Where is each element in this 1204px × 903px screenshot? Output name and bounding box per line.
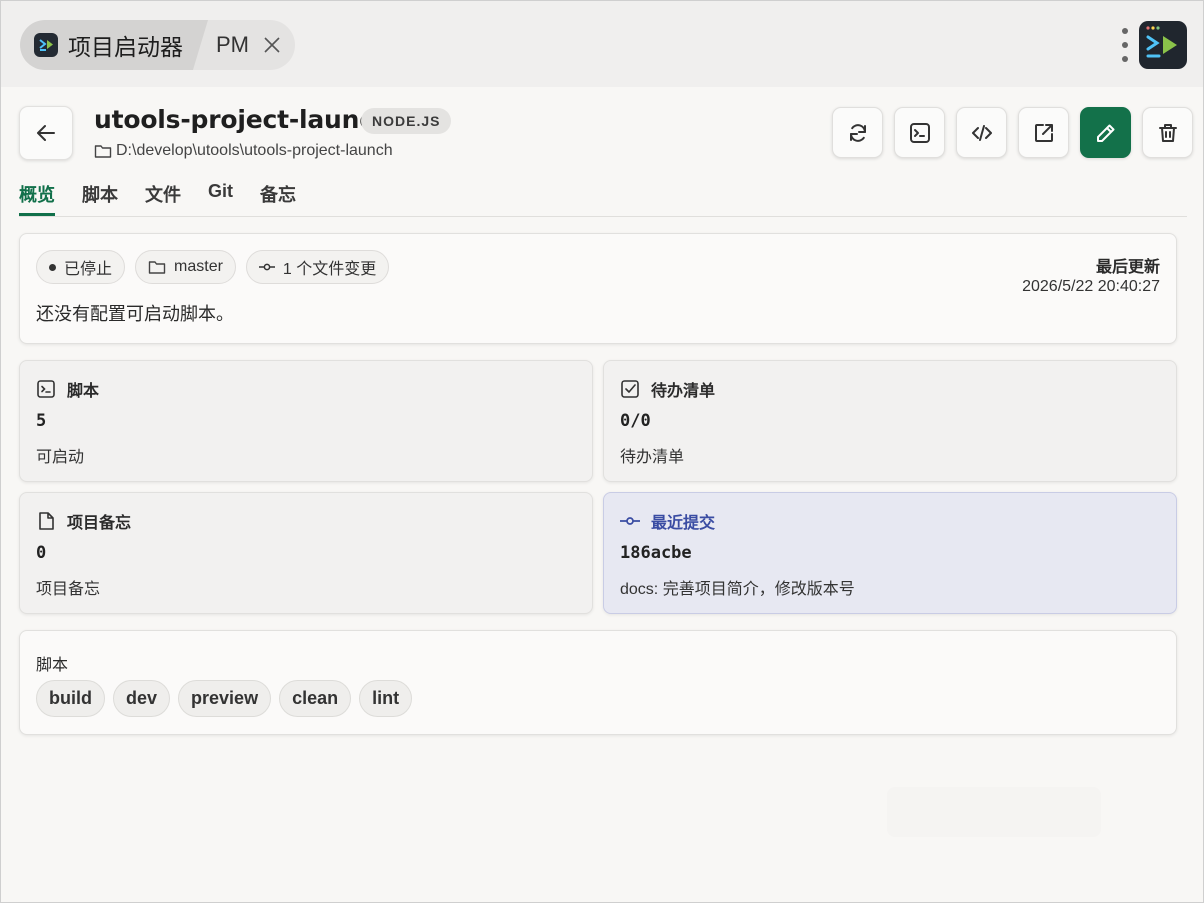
project-actions	[832, 107, 1193, 158]
app-icon	[34, 33, 58, 57]
todo-stat-title: 待办清单	[651, 383, 716, 400]
scripts-stat-sub: 可启动	[36, 449, 85, 466]
branch-badge: master	[135, 250, 236, 284]
memo-stat-sub: 项目备忘	[36, 581, 101, 598]
terminal-icon	[909, 122, 930, 143]
memo-stat-card[interactable]: 项目备忘 0 项目备忘	[19, 492, 593, 614]
terminal-icon	[37, 380, 55, 398]
script-chips: build dev preview clean lint	[36, 680, 413, 717]
changes-badge: 1 个文件变更	[245, 250, 390, 284]
arrow-left-icon	[37, 125, 55, 141]
tab-project-launcher[interactable]: 项目启动器	[20, 20, 208, 70]
memo-stat-header: 项目备忘	[36, 509, 131, 533]
status-dot-icon	[49, 263, 56, 271]
last-updated-label: 最后更新	[1095, 259, 1160, 276]
more-menu-icon[interactable]	[1119, 28, 1131, 62]
git-commit-icon	[258, 263, 275, 271]
todo-stat-sub: 待办清单	[620, 449, 685, 466]
code-icon	[971, 124, 992, 141]
scripts-stat-card[interactable]: 脚本 5 可启动	[19, 360, 593, 482]
open-folder-button[interactable]	[1018, 107, 1069, 158]
trash-icon	[1158, 123, 1177, 142]
todo-stat-header: 待办清单	[620, 377, 715, 401]
status-pills: 已停止 master 1 个文件变更	[36, 250, 390, 284]
delete-project-button[interactable]	[1142, 107, 1193, 158]
script-chip-clean[interactable]: clean	[279, 680, 352, 717]
latest-commit-header: 最近提交	[620, 509, 715, 533]
status-message: 还没有配置可启动脚本。	[36, 304, 234, 324]
todo-stat-card[interactable]: 待办清单 0/0 待办清单	[603, 360, 1177, 482]
detail-tabs: 概览 脚本 文件 Git 备忘	[19, 181, 296, 216]
back-button[interactable]	[19, 106, 73, 160]
script-chip-dev[interactable]: dev	[113, 680, 171, 717]
git-commit-icon	[620, 517, 640, 525]
close-icon[interactable]	[261, 34, 283, 56]
project-path: D:\develop\utools\utools-project-launch	[94, 142, 393, 160]
last-updated-time: 2026/5/22 20:40:27	[1022, 278, 1160, 295]
project-path-text: D:\develop\utools\utools-project-launch	[116, 142, 393, 159]
tab-title: 项目启动器	[68, 34, 183, 60]
tab-scripts[interactable]: 脚本	[82, 181, 118, 215]
latest-commit-title: 最近提交	[651, 515, 716, 532]
refresh-icon	[849, 123, 866, 142]
background-overlay-panel	[887, 787, 1101, 837]
latest-commit-hash: 186acbe	[620, 543, 692, 563]
project-type-badge: NODE.JS	[361, 108, 452, 134]
folder-icon	[94, 145, 112, 158]
checkbox-icon	[621, 380, 639, 398]
branch-label: master	[174, 258, 223, 275]
tab-pm-label: PM	[216, 32, 249, 57]
tabs-divider	[19, 216, 1187, 217]
open-terminal-button[interactable]	[894, 107, 945, 158]
title-bar: 项目启动器 PM	[1, 1, 1203, 87]
scripts-card-title: 脚本	[36, 657, 69, 674]
app-logo-icon	[1139, 21, 1187, 69]
tab-overview[interactable]: 概览	[19, 181, 55, 216]
tab-pm[interactable]: PM	[216, 20, 283, 70]
tab-group: 项目启动器 PM	[20, 20, 295, 70]
memo-stat-value: 0	[36, 543, 47, 563]
refresh-button[interactable]	[832, 107, 883, 158]
script-chip-build[interactable]: build	[36, 680, 105, 717]
latest-commit-card[interactable]: 最近提交 186acbe docs: 完善项目简介，修改版本号	[603, 492, 1177, 614]
script-chip-preview[interactable]: preview	[178, 680, 272, 717]
run-state-badge: 已停止	[36, 250, 126, 284]
external-link-icon	[1034, 123, 1053, 142]
project-title: utools-project-launch	[94, 105, 392, 134]
run-state-label: 已停止	[64, 261, 113, 278]
edit-icon	[1096, 124, 1114, 142]
open-in-editor-button[interactable]	[956, 107, 1007, 158]
memo-stat-title: 项目备忘	[67, 515, 132, 532]
tab-memo[interactable]: 备忘	[260, 181, 296, 215]
todo-stat-value: 0/0	[620, 411, 651, 431]
changes-label: 1 个文件变更	[282, 261, 377, 278]
file-icon	[39, 512, 54, 530]
latest-commit-message: docs: 完善项目简介，修改版本号	[620, 581, 855, 598]
app-window: 项目启动器 PM utools-project-launch NODE.JS D…	[0, 0, 1204, 903]
status-card: 已停止 master 1 个文件变更 还没有配置可启动脚本。 最后更新 2026…	[19, 233, 1177, 344]
tab-files[interactable]: 文件	[145, 181, 181, 215]
scripts-stat-title: 脚本	[67, 383, 100, 400]
scripts-card: 脚本 build dev preview clean lint	[19, 630, 1177, 735]
script-chip-lint[interactable]: lint	[359, 680, 413, 717]
tab-git[interactable]: Git	[208, 181, 233, 215]
scripts-stat-value: 5	[36, 411, 47, 431]
scripts-stat-header: 脚本	[36, 377, 99, 401]
folder-icon	[148, 261, 166, 274]
edit-project-button[interactable]	[1080, 107, 1131, 158]
